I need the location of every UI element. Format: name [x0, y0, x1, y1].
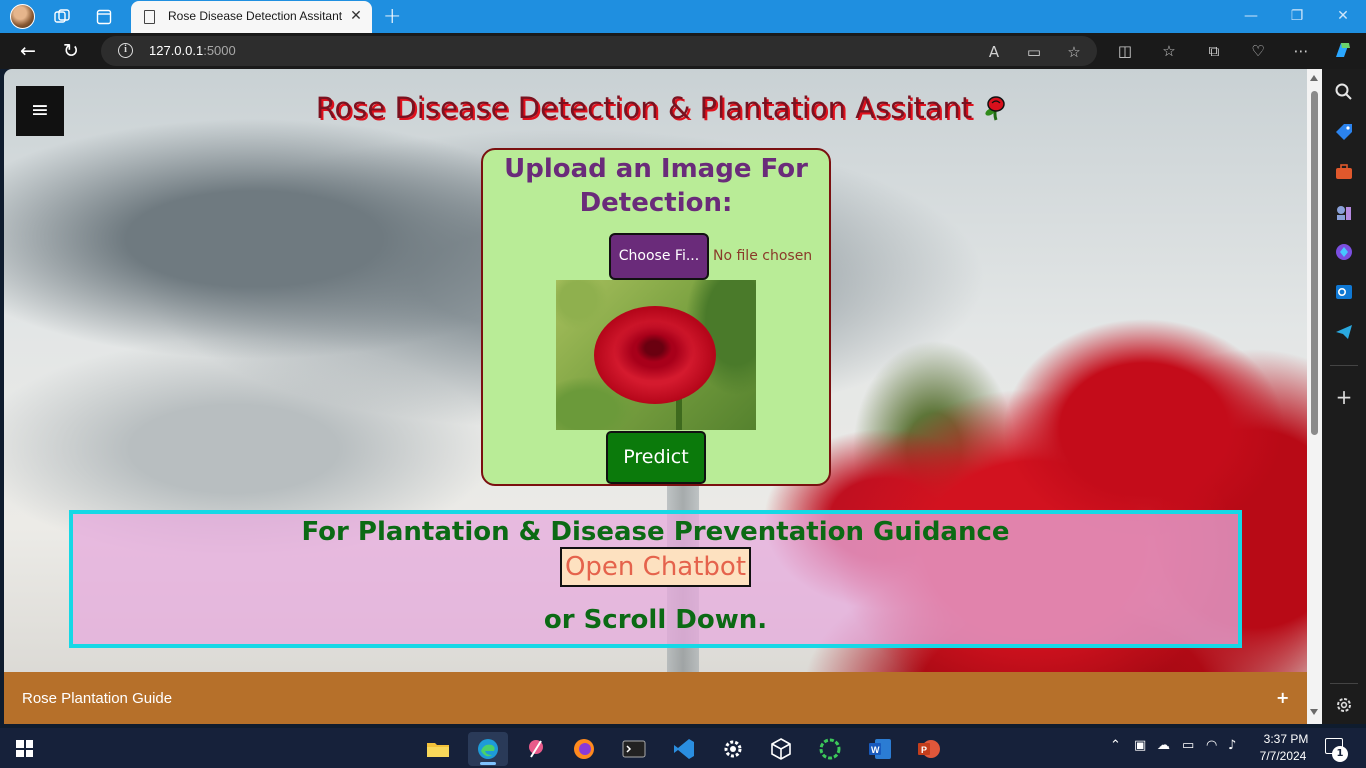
- collections-icon[interactable]: ⧉: [1203, 40, 1225, 62]
- close-window-icon[interactable]: ✕: [1328, 4, 1358, 28]
- page-icon: [144, 10, 155, 24]
- outlook-icon[interactable]: [1333, 281, 1355, 303]
- camera-icon[interactable]: ▣: [1134, 738, 1146, 753]
- windows-start-icon[interactable]: [16, 740, 33, 757]
- split-screen-icon[interactable]: ◫: [1114, 40, 1136, 62]
- workspaces-icon[interactable]: [50, 5, 74, 29]
- scroll-down-arrow-icon[interactable]: [1310, 709, 1318, 715]
- browser-essentials-icon[interactable]: ♡: [1247, 40, 1269, 62]
- onedrive-cloud-icon[interactable]: ☁: [1157, 738, 1170, 753]
- file-status-text: No file chosen: [713, 248, 813, 264]
- copilot-sidebar-icon[interactable]: [1333, 241, 1355, 263]
- upload-card: Upload an Image For Detection: Choose Fi…: [481, 148, 831, 486]
- tools-briefcase-icon[interactable]: [1333, 161, 1355, 183]
- vscode-icon[interactable]: [664, 732, 704, 766]
- sidebar-divider: [1330, 365, 1358, 366]
- rose-icon: [982, 94, 1010, 122]
- browser-title-bar: Rose Disease Detection Assitant ✕ + — ❐ …: [0, 0, 1366, 33]
- page-title-text: Rose Disease Detection & Plantation Assi…: [315, 91, 973, 125]
- guidance-heading: For Plantation & Disease Preventation Gu…: [301, 517, 1010, 547]
- immersive-reader-icon[interactable]: ▭: [1023, 41, 1045, 63]
- settings-gear-icon[interactable]: [713, 732, 753, 766]
- back-icon[interactable]: ←: [15, 38, 41, 64]
- scroll-up-arrow-icon[interactable]: [1310, 75, 1318, 81]
- new-tab-icon[interactable]: +: [383, 4, 401, 29]
- read-aloud-icon[interactable]: A: [983, 41, 1005, 63]
- clock-time[interactable]: 3:37 PM: [1259, 732, 1313, 746]
- sidebar-settings-gear-icon[interactable]: [1333, 694, 1355, 716]
- games-chess-icon[interactable]: [1333, 201, 1355, 223]
- open-chatbot-button[interactable]: Open Chatbot: [560, 547, 751, 587]
- rose-plantation-guide-accordion[interactable]: Rose Plantation Guide +: [4, 672, 1307, 724]
- rose-bloom: [594, 306, 716, 404]
- terminal-icon[interactable]: [614, 732, 654, 766]
- tab-close-icon[interactable]: ✕: [347, 7, 365, 25]
- url-port: :5000: [203, 43, 236, 58]
- minimize-icon[interactable]: —: [1236, 4, 1266, 28]
- profile-avatar[interactable]: [10, 4, 35, 29]
- scroll-down-text: or Scroll Down.: [543, 605, 768, 635]
- page-title: Rose Disease Detection & Plantation Assi…: [4, 91, 1322, 125]
- refresh-icon[interactable]: ↻: [58, 38, 84, 64]
- upload-heading: Upload an Image For Detection:: [504, 154, 808, 218]
- accordion-label: Rose Plantation Guide: [22, 690, 173, 707]
- restore-icon[interactable]: ❐: [1282, 4, 1312, 28]
- url-field[interactable]: i 127.0.0.1:5000 A ▭ ☆: [101, 36, 1097, 66]
- favorite-star-icon[interactable]: ☆: [1063, 41, 1085, 63]
- powerpoint-icon[interactable]: P: [909, 732, 949, 766]
- snipping-tool-icon[interactable]: [516, 732, 556, 766]
- expand-plus-icon[interactable]: +: [1276, 688, 1289, 707]
- scrollbar-thumb[interactable]: [1311, 91, 1318, 435]
- choose-file-button[interactable]: Choose Fi...: [609, 233, 709, 280]
- loading-ring-icon[interactable]: [810, 732, 850, 766]
- battery-icon[interactable]: ▭: [1182, 738, 1194, 753]
- shopping-tag-icon[interactable]: [1333, 121, 1355, 143]
- more-menu-icon[interactable]: ⋯: [1290, 40, 1312, 62]
- svg-text:P: P: [921, 745, 927, 755]
- clock-date[interactable]: 7/7/2024: [1253, 749, 1313, 763]
- tab-title: Rose Disease Detection Assitant: [168, 9, 343, 23]
- virtualbox-cube-icon[interactable]: [761, 732, 801, 766]
- edge-taskbar-icon[interactable]: [468, 732, 508, 766]
- svg-text:W: W: [871, 745, 880, 755]
- volume-icon[interactable]: ♪: [1228, 738, 1236, 753]
- send-telegram-icon[interactable]: [1333, 321, 1355, 343]
- show-hidden-icons-chevron-icon[interactable]: ⌃: [1110, 738, 1121, 753]
- notification-badge: 1: [1332, 746, 1348, 762]
- page-viewport: ≡ Rose Disease Detection & Plantation As…: [4, 69, 1322, 724]
- tab-rose-disease[interactable]: Rose Disease Detection Assitant ✕: [131, 1, 372, 33]
- guidance-box: For Plantation & Disease Preventation Gu…: [69, 510, 1242, 648]
- add-sidebar-app-icon[interactable]: +: [1333, 386, 1355, 408]
- wifi-icon[interactable]: ◠: [1206, 738, 1217, 753]
- tab-actions-icon[interactable]: [92, 5, 116, 29]
- edge-sidebar: +: [1322, 69, 1366, 724]
- address-bar: ← ↻ i 127.0.0.1:5000 A ▭ ☆ ◫ ☆ ⧉ ♡ ⋯: [0, 33, 1366, 69]
- site-info-icon[interactable]: i: [118, 43, 133, 58]
- page-scrollbar[interactable]: [1307, 69, 1322, 724]
- sidebar-search-icon[interactable]: [1333, 81, 1355, 103]
- sidebar-divider-bottom: [1330, 683, 1358, 684]
- predict-button[interactable]: Predict: [606, 431, 706, 484]
- url-host: 127.0.0.1: [149, 43, 204, 58]
- firefox-icon[interactable]: [564, 732, 604, 766]
- file-explorer-icon[interactable]: [418, 732, 458, 766]
- copilot-icon[interactable]: [1332, 39, 1354, 61]
- favorites-icon[interactable]: ☆: [1158, 40, 1180, 62]
- url-text: 127.0.0.1:5000: [149, 43, 236, 58]
- word-icon[interactable]: W: [860, 732, 900, 766]
- windows-taskbar: W P ⌃ ▣ ☁ ▭ ◠ ♪ 3:37 PM 7/7/2024 1: [0, 728, 1366, 768]
- uploaded-image-preview: [556, 280, 756, 430]
